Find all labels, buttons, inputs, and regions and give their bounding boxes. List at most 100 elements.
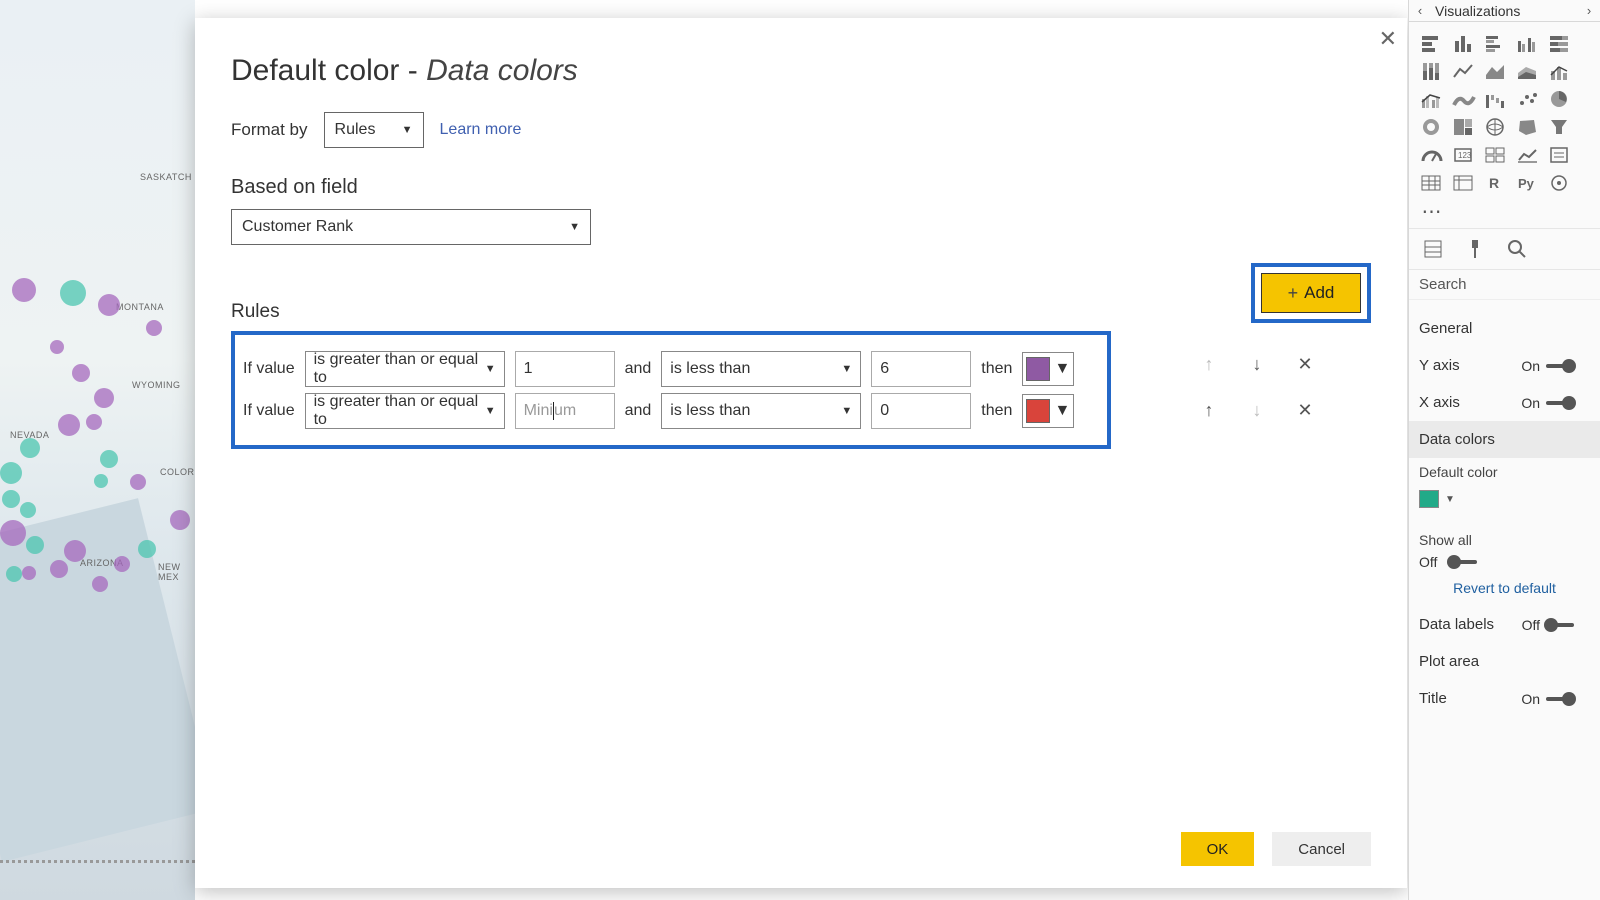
rule-op2-select[interactable]: is less than▼ [661, 351, 861, 387]
chevron-down-icon[interactable]: ▼ [1445, 494, 1455, 505]
more-visuals-icon[interactable]: ⋯ [1417, 198, 1447, 224]
line-clustered-icon[interactable] [1417, 86, 1447, 112]
rule-color-picker[interactable]: ▼ [1022, 394, 1074, 428]
map-label-colorado: COLOR [160, 467, 195, 477]
clustered-bar-icon[interactable] [1481, 30, 1511, 56]
python-visual-icon[interactable]: Py [1513, 170, 1543, 196]
close-icon[interactable]: ✕ [1379, 26, 1397, 52]
treemap-icon[interactable] [1449, 114, 1479, 140]
format-plot-area[interactable]: Plot area [1419, 643, 1590, 680]
table-icon[interactable] [1417, 170, 1447, 196]
move-down-icon[interactable]: ↓ [1247, 354, 1267, 375]
slicer-icon[interactable] [1545, 142, 1575, 168]
stacked-area-icon[interactable] [1513, 58, 1543, 84]
toggle-y-axis[interactable] [1546, 358, 1590, 374]
if-value-label: If value [243, 402, 295, 420]
chevron-right-icon[interactable]: › [1578, 3, 1600, 18]
stacked-bar-icon[interactable] [1417, 30, 1447, 56]
format-by-select[interactable]: Rules▼ [324, 112, 424, 148]
scatter-icon[interactable] [1513, 86, 1543, 112]
arcgis-icon[interactable] [1545, 170, 1575, 196]
based-on-field-select[interactable]: Customer Rank▼ [231, 209, 591, 245]
matrix-icon[interactable] [1449, 170, 1479, 196]
fields-icon[interactable] [1421, 237, 1445, 261]
svg-text:Py: Py [1518, 176, 1535, 191]
kpi-icon[interactable] [1513, 142, 1543, 168]
then-label: then [981, 360, 1012, 378]
pie-icon[interactable] [1545, 86, 1575, 112]
line-column-icon[interactable] [1545, 58, 1575, 84]
if-value-label: If value [243, 360, 295, 378]
line-chart-icon[interactable] [1449, 58, 1479, 84]
add-button-highlight: + Add [1251, 263, 1371, 323]
toggle-data-labels[interactable] [1546, 617, 1590, 633]
map-label-newmexico: NEW MEX [158, 562, 195, 582]
stacked-bar-100-icon[interactable] [1545, 30, 1575, 56]
rule-op1-select[interactable]: is greater than or equal to▼ [305, 351, 505, 387]
visualization-gallery: 123 R Py ⋯ [1409, 22, 1600, 228]
pane-title: Visualizations [1431, 3, 1578, 19]
move-up-icon[interactable]: ↑ [1199, 400, 1219, 421]
plus-icon: + [1288, 283, 1299, 304]
format-data-colors[interactable]: Data colors [1409, 421, 1600, 458]
revert-to-default-link[interactable]: Revert to default [1419, 570, 1590, 606]
format-by-label: Format by [231, 120, 308, 140]
format-y-axis[interactable]: Y axis On [1419, 347, 1590, 384]
default-color-swatch[interactable] [1419, 490, 1439, 508]
format-general[interactable]: General [1419, 310, 1590, 347]
rule-val2-input[interactable] [871, 393, 971, 429]
search-input[interactable]: Search [1409, 269, 1600, 299]
format-data-labels[interactable]: Data labels Off [1419, 606, 1590, 643]
rule-op2-select[interactable]: is less than▼ [661, 393, 861, 429]
gauge-icon[interactable] [1417, 142, 1447, 168]
move-up-icon: ↑ [1199, 354, 1219, 375]
rule-op1-select[interactable]: is greater than or equal to▼ [305, 393, 505, 429]
multi-card-icon[interactable] [1481, 142, 1511, 168]
rule-val2-input[interactable] [871, 351, 971, 387]
waterfall-icon[interactable] [1481, 86, 1511, 112]
card-icon[interactable]: 123 [1449, 142, 1479, 168]
rule-color-picker[interactable]: ▼ [1022, 352, 1074, 386]
delete-rule-icon[interactable]: ✕ [1295, 354, 1315, 375]
map-label-saskatch: SASKATCH [140, 172, 192, 182]
map-label-montana: MONTANA [116, 302, 164, 312]
donut-icon[interactable] [1417, 114, 1447, 140]
default-color-label: Default color [1419, 458, 1590, 486]
rules-highlight-box: If value is greater than or equal to▼ an… [231, 331, 1111, 449]
svg-text:R: R [1489, 175, 1499, 191]
and-label: and [625, 360, 652, 378]
map-icon[interactable] [1481, 114, 1511, 140]
chevron-left-icon[interactable]: ‹ [1409, 3, 1431, 18]
r-visual-icon[interactable]: R [1481, 170, 1511, 196]
format-icon[interactable] [1463, 237, 1487, 261]
add-rule-button[interactable]: + Add [1261, 273, 1361, 313]
format-x-axis[interactable]: X axis On [1419, 384, 1590, 421]
toggle-title[interactable] [1546, 691, 1590, 707]
format-title[interactable]: Title On [1419, 680, 1590, 717]
show-all-label: Show all [1419, 526, 1590, 554]
toggle-show-all[interactable] [1449, 554, 1493, 570]
rule-val1-input[interactable] [515, 351, 615, 387]
ribbon-chart-icon[interactable] [1449, 86, 1479, 112]
map-background: SASKATCH MONTANA WYOMING NEVADA COLOR AR… [0, 0, 195, 900]
clustered-column-icon[interactable] [1513, 30, 1543, 56]
toggle-x-axis[interactable] [1546, 395, 1590, 411]
stacked-column-icon[interactable] [1449, 30, 1479, 56]
area-chart-icon[interactable] [1481, 58, 1511, 84]
ok-button[interactable]: OK [1181, 832, 1255, 866]
then-label: then [981, 402, 1012, 420]
cancel-button[interactable]: Cancel [1272, 832, 1371, 866]
funnel-icon[interactable] [1545, 114, 1575, 140]
learn-more-link[interactable]: Learn more [440, 121, 522, 139]
divider [0, 860, 195, 864]
rule-val1-input[interactable]: Minium [515, 393, 615, 429]
delete-rule-icon[interactable]: ✕ [1295, 400, 1315, 421]
based-on-field-label: Based on field [231, 176, 1371, 199]
map-label-wyoming: WYOMING [132, 380, 181, 390]
filled-map-icon[interactable] [1513, 114, 1543, 140]
dialog-title: Default color - Data colors [231, 54, 1371, 88]
move-down-icon: ↓ [1247, 400, 1267, 421]
rule-row: If value is greater than or equal to▼ Mi… [243, 393, 1099, 429]
stacked-column-100-icon[interactable] [1417, 58, 1447, 84]
analytics-icon[interactable] [1505, 237, 1529, 261]
